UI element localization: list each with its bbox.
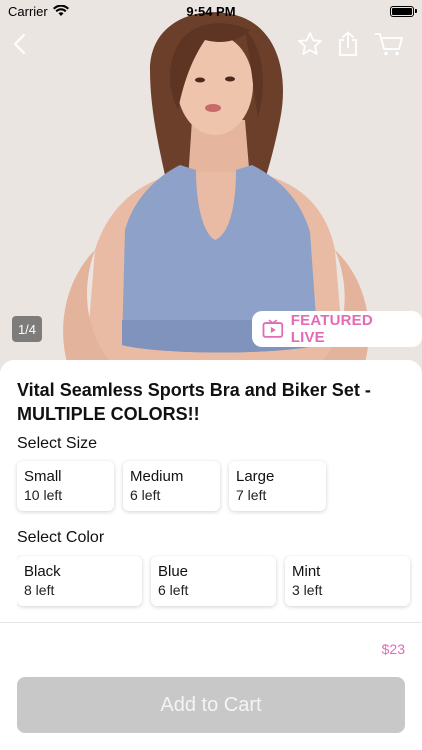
- option-stock: 10 left: [24, 487, 63, 503]
- favorite-button[interactable]: [296, 30, 324, 58]
- wifi-icon: [52, 5, 69, 16]
- option-stock: 7 left: [236, 487, 267, 503]
- option-stock: 6 left: [158, 582, 189, 598]
- option-name: Blue: [158, 563, 189, 580]
- cart-icon: [375, 33, 403, 56]
- add-to-cart-button[interactable]: Add to Cart: [17, 677, 405, 733]
- status-bar: Carrier 9:54 PM: [0, 0, 422, 22]
- color-option-black[interactable]: Black 8 left: [17, 556, 142, 606]
- option-name: Black: [24, 563, 61, 580]
- size-options: Small 10 left Medium 6 left Large 7 left: [17, 461, 326, 511]
- back-button[interactable]: [6, 30, 34, 58]
- option-stock: 3 left: [292, 582, 323, 598]
- color-option-blue[interactable]: Blue 6 left: [151, 556, 276, 606]
- size-option-medium[interactable]: Medium 6 left: [123, 461, 220, 511]
- option-name: Large: [236, 468, 275, 485]
- featured-live-badge[interactable]: FEATURED LIVE: [252, 311, 422, 347]
- cart-button[interactable]: [372, 30, 406, 58]
- carrier-label: Carrier: [8, 3, 48, 19]
- price-label: $23: [381, 641, 405, 657]
- battery-icon: [390, 5, 417, 17]
- carrier-group: Carrier: [8, 4, 69, 19]
- product-details-sheet: Vital Seamless Sports Bra and Biker Set …: [0, 360, 422, 750]
- tv-play-icon: [262, 319, 284, 338]
- option-name: Medium: [130, 468, 184, 485]
- share-icon: [339, 31, 357, 56]
- size-option-small[interactable]: Small 10 left: [17, 461, 114, 511]
- color-option-mint[interactable]: Mint 3 left: [285, 556, 410, 606]
- footer-divider: [0, 622, 422, 623]
- size-option-large[interactable]: Large 7 left: [229, 461, 326, 511]
- option-name: Mint: [292, 563, 321, 580]
- star-icon: [298, 32, 322, 55]
- product-title: Vital Seamless Sports Bra and Biker Set …: [17, 380, 371, 424]
- size-section-label: Select Size: [17, 435, 98, 452]
- back-chevron-icon: [14, 34, 25, 54]
- option-stock: 8 left: [24, 582, 55, 598]
- option-stock: 6 left: [130, 487, 161, 503]
- gallery-page-indicator: 1/4: [12, 316, 42, 342]
- color-options[interactable]: Black 8 left Blue 6 left Mint 3 left: [17, 555, 422, 611]
- option-name: Small: [24, 468, 62, 485]
- color-section-label: Select Color: [17, 529, 105, 546]
- featured-live-label: FEATURED LIVE: [290, 312, 373, 346]
- share-button[interactable]: [334, 30, 362, 58]
